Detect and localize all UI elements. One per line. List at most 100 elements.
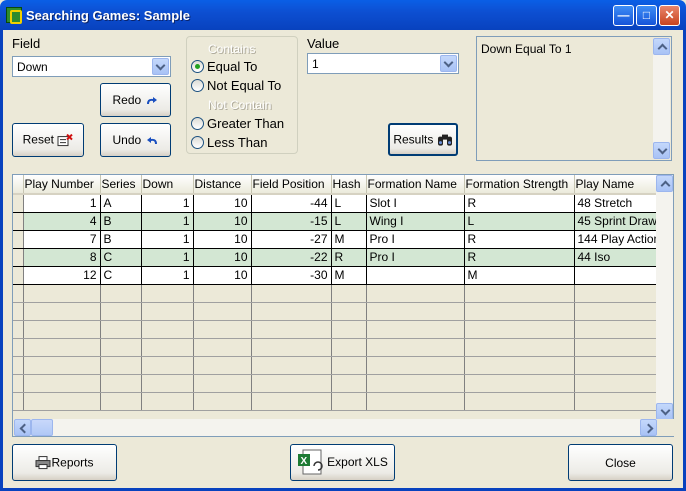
- empty-cell: [574, 392, 665, 411]
- row-indicator[interactable]: [13, 212, 24, 231]
- table-cell[interactable]: M: [464, 266, 575, 285]
- table-cell[interactable]: 8: [23, 248, 101, 267]
- table-cell[interactable]: 10: [193, 194, 252, 213]
- results-button[interactable]: Results: [388, 123, 458, 156]
- value-select[interactable]: 1: [307, 53, 459, 74]
- undo-button[interactable]: Undo: [100, 123, 171, 157]
- table-cell[interactable]: -22: [251, 248, 332, 267]
- table-row[interactable]: 12 C 1 10 -30 M M: [13, 266, 665, 285]
- undo-icon: [146, 136, 157, 144]
- radio-dot-selected[interactable]: [191, 60, 204, 73]
- criteria-scrollbar[interactable]: [653, 38, 670, 159]
- table-cell[interactable]: B: [100, 230, 142, 249]
- radio-dot[interactable]: [191, 117, 204, 130]
- table-cell[interactable]: 10: [193, 230, 252, 249]
- table-cell[interactable]: 12: [23, 266, 101, 285]
- table-cell[interactable]: 10: [193, 212, 252, 231]
- close-window-button[interactable]: ✕: [659, 5, 680, 26]
- table-cell[interactable]: 45 Sprint Draw: [574, 212, 665, 231]
- maximize-button[interactable]: □: [636, 5, 657, 26]
- table-cell[interactable]: 1: [23, 194, 101, 213]
- table-cell[interactable]: A: [100, 194, 142, 213]
- export-xls-button[interactable]: X Export XLS: [290, 444, 395, 481]
- export-xls-label: Export XLS: [327, 454, 388, 469]
- table-cell[interactable]: L: [331, 212, 367, 231]
- table-cell[interactable]: 44 Iso: [574, 248, 665, 267]
- scroll-down-icon[interactable]: [653, 142, 670, 159]
- table-cell[interactable]: R: [464, 194, 575, 213]
- table-cell[interactable]: -44: [251, 194, 332, 213]
- column-header[interactable]: Down: [141, 175, 194, 195]
- reset-button[interactable]: Reset: [12, 123, 84, 157]
- table-cell[interactable]: Pro I: [366, 230, 465, 249]
- table-cell[interactable]: C: [100, 248, 142, 267]
- scroll-right-icon[interactable]: [640, 419, 657, 436]
- table-cell[interactable]: 10: [193, 248, 252, 267]
- row-indicator[interactable]: [13, 194, 24, 213]
- row-indicator[interactable]: [13, 266, 24, 285]
- table-cell[interactable]: Wing I: [366, 212, 465, 231]
- redo-button[interactable]: Redo: [100, 83, 171, 117]
- column-header[interactable]: Series: [100, 175, 142, 195]
- chevron-down-icon[interactable]: [440, 55, 457, 72]
- table-row[interactable]: 1 A 1 10 -44 L Slot I R 48 Stretch: [13, 194, 665, 213]
- table-cell[interactable]: M: [331, 266, 367, 285]
- table-cell[interactable]: 7: [23, 230, 101, 249]
- scroll-down-icon[interactable]: [656, 403, 673, 420]
- table-cell[interactable]: -15: [251, 212, 332, 231]
- table-row[interactable]: 4 B 1 10 -15 L Wing I L 45 Sprint Draw: [13, 212, 665, 231]
- minimize-button[interactable]: —: [613, 5, 634, 26]
- column-header[interactable]: Distance: [193, 175, 252, 195]
- table-row[interactable]: 7 B 1 10 -27 M Pro I R 144 Play Action: [13, 230, 665, 249]
- table-cell[interactable]: C: [100, 266, 142, 285]
- table-cell[interactable]: [574, 266, 665, 285]
- column-header[interactable]: Field Position: [251, 175, 332, 195]
- empty-cell: [100, 320, 142, 339]
- table-cell[interactable]: 4: [23, 212, 101, 231]
- column-header[interactable]: Formation Strength: [464, 175, 575, 195]
- grid-vertical-scrollbar[interactable]: [656, 175, 673, 420]
- table-cell[interactable]: 48 Stretch: [574, 194, 665, 213]
- table-cell[interactable]: Pro I: [366, 248, 465, 267]
- table-cell[interactable]: 10: [193, 266, 252, 285]
- table-cell[interactable]: B: [100, 212, 142, 231]
- column-header[interactable]: Play Name: [574, 175, 665, 195]
- criteria-textbox[interactable]: Down Equal To 1: [476, 36, 672, 161]
- close-button[interactable]: Close: [568, 444, 673, 481]
- scroll-left-icon[interactable]: [14, 419, 31, 436]
- table-cell[interactable]: R: [464, 230, 575, 249]
- row-indicator[interactable]: [13, 230, 24, 249]
- contains-caption: Contains: [206, 42, 258, 56]
- radio-dot[interactable]: [191, 79, 204, 92]
- row-indicator[interactable]: [13, 248, 24, 267]
- table-row[interactable]: 8 C 1 10 -22 R Pro I R 44 Iso: [13, 248, 665, 267]
- grid-horizontal-scrollbar[interactable]: [14, 419, 657, 436]
- table-cell[interactable]: 1: [141, 266, 194, 285]
- field-select[interactable]: Down: [12, 56, 171, 77]
- table-cell[interactable]: 1: [141, 194, 194, 213]
- table-cell[interactable]: M: [331, 230, 367, 249]
- column-header[interactable]: Play Number: [23, 175, 101, 195]
- radio-dot[interactable]: [191, 136, 204, 149]
- table-cell[interactable]: 144 Play Action: [574, 230, 665, 249]
- chevron-down-icon[interactable]: [152, 58, 169, 75]
- table-cell[interactable]: L: [464, 212, 575, 231]
- table-cell[interactable]: 1: [141, 230, 194, 249]
- scroll-thumb[interactable]: [31, 419, 53, 436]
- radio-not-equal-to-label: Not Equal To: [207, 78, 282, 93]
- table-cell[interactable]: [366, 266, 465, 285]
- table-cell[interactable]: R: [464, 248, 575, 267]
- table-cell[interactable]: 1: [141, 212, 194, 231]
- column-header[interactable]: Formation Name: [366, 175, 465, 195]
- table-cell[interactable]: Slot I: [366, 194, 465, 213]
- table-cell[interactable]: R: [331, 248, 367, 267]
- column-header[interactable]: Hash: [331, 175, 367, 195]
- table-cell[interactable]: -27: [251, 230, 332, 249]
- scroll-up-icon[interactable]: [653, 38, 670, 55]
- scroll-up-icon[interactable]: [656, 175, 673, 192]
- table-cell[interactable]: L: [331, 194, 367, 213]
- table-cell[interactable]: 1: [141, 248, 194, 267]
- table-cell[interactable]: -30: [251, 266, 332, 285]
- reports-button[interactable]: Reports: [12, 444, 117, 481]
- results-grid[interactable]: Play Number Series Down Distance Field Posit…: [12, 174, 674, 437]
